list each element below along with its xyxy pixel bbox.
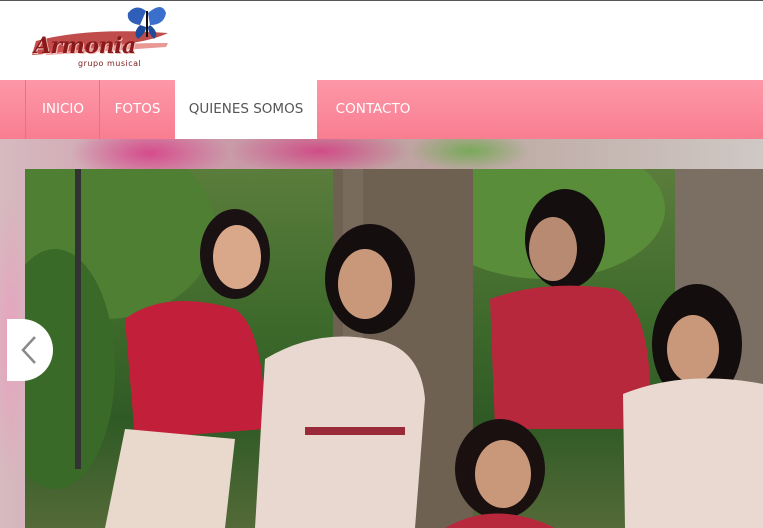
site-logo[interactable]: Armonia grupo musical <box>28 3 178 71</box>
main-navigation: INICIO FOTOS QUIENES SOMOS CONTACTO <box>0 80 763 139</box>
chevron-left-icon <box>21 336 36 364</box>
group-photo <box>25 169 763 528</box>
image-slider <box>0 139 763 528</box>
logo-subtitle: grupo musical <box>78 59 142 68</box>
group-photo-illustration <box>25 169 763 528</box>
nav-contacto[interactable]: CONTACTO <box>317 80 429 139</box>
logo-wordmark: Armonia <box>34 33 136 59</box>
nav-quienes-somos[interactable]: QUIENES SOMOS <box>175 80 317 139</box>
site-header: Armonia grupo musical <box>0 1 763 80</box>
nav-inicio[interactable]: INICIO <box>25 80 100 139</box>
nav-fotos[interactable]: FOTOS <box>99 80 175 139</box>
